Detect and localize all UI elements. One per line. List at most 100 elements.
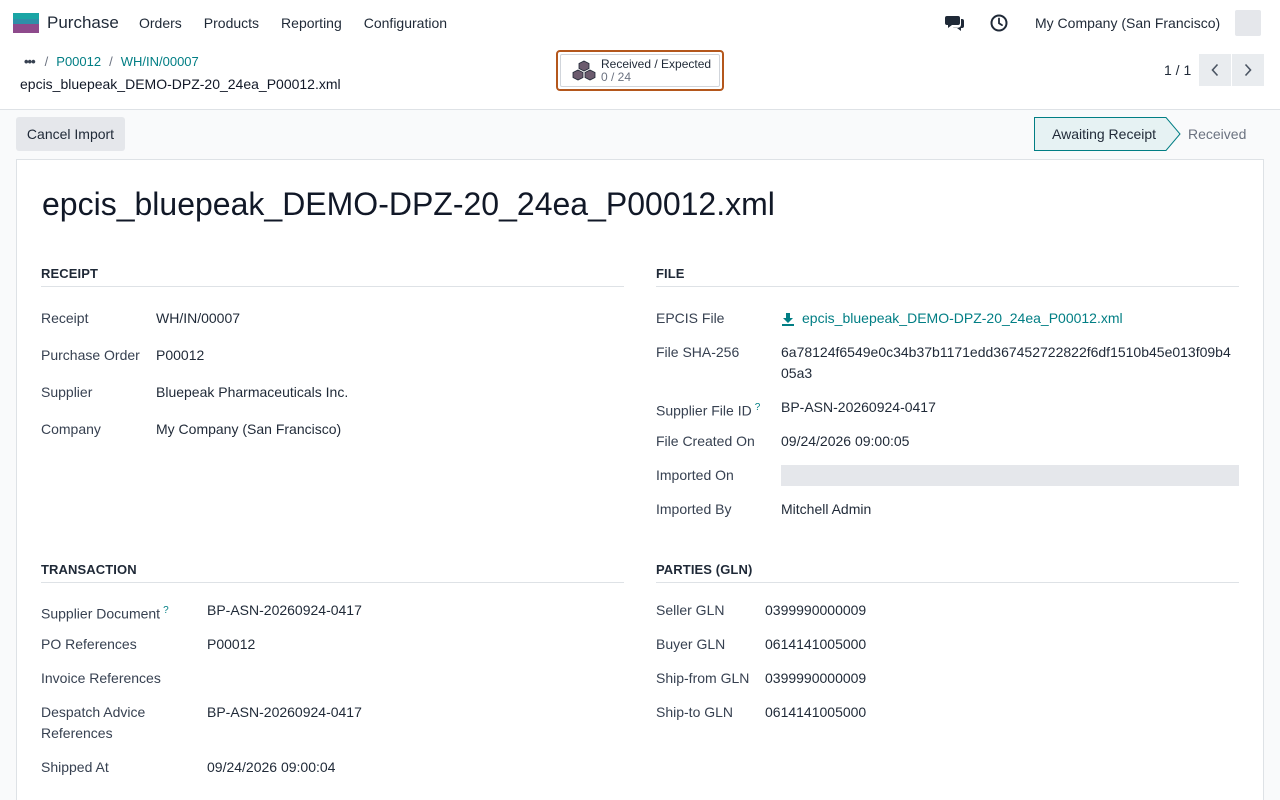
ship-from-gln-value: 0399990000009: [765, 670, 867, 686]
field-label: Invoice References: [41, 670, 161, 686]
sheet-title: epcis_bluepeak_DEMO-DPZ-20_24ea_P00012.x…: [42, 186, 775, 222]
receipt-link[interactable]: WH/IN/00007: [156, 308, 240, 329]
field-label: Supplier: [41, 384, 93, 400]
smart-button-value: 0 / 24: [601, 69, 632, 84]
field-po-references: PO References P00012: [41, 634, 624, 655]
field-file-created-on: File Created On 09/24/2026 09:00:05: [656, 431, 1239, 452]
form-sheet: epcis_bluepeak_DEMO-DPZ-20_24ea_P00012.x…: [16, 159, 1264, 800]
field-label: File Created On: [656, 433, 755, 449]
imported-by-link[interactable]: Mitchell Admin: [781, 499, 871, 520]
help-tooltip-icon[interactable]: ?: [163, 605, 169, 616]
chevron-left-icon: [1211, 63, 1219, 77]
supplier-link[interactable]: Bluepeak Pharmaceuticals Inc.: [156, 382, 348, 403]
sha-value-line-2: 05a3: [781, 365, 813, 381]
epcis-file-link[interactable]: epcis_bluepeak_DEMO-DPZ-20_24ea_P00012.x…: [802, 308, 1123, 329]
company-switcher[interactable]: My Company (San Francisco): [1035, 15, 1220, 31]
buyer-gln-value: 0614141005000: [765, 636, 867, 652]
field-label: Despatch Advice: [41, 704, 146, 720]
supplier-file-id-value: BP-ASN-20260924-0417: [781, 399, 936, 415]
field-file-sha: File SHA-256 6a78124f6549e0c34b37b1171ed…: [656, 342, 1239, 381]
menu-reporting[interactable]: Reporting: [270, 0, 353, 46]
stage-received[interactable]: Received: [1188, 126, 1246, 142]
field-ship-to-gln: Ship-to GLN 0614141005000: [656, 702, 1239, 723]
field-supplier-document: Supplier Document? BP-ASN-20260924-0417: [41, 600, 624, 625]
group-title-transaction: TRANSACTION: [41, 562, 624, 583]
received-expected-button[interactable]: Received / Expected 0 / 24: [556, 50, 724, 91]
boxes-icon: [572, 60, 596, 80]
purchase-app-icon[interactable]: [13, 13, 39, 33]
field-label: Company: [41, 421, 101, 437]
menu-products[interactable]: Products: [193, 0, 270, 46]
field-label: File SHA-256: [656, 344, 740, 360]
field-label: Receipt: [41, 310, 89, 326]
field-supplier: Supplier Bluepeak Pharmaceuticals Inc.: [41, 382, 624, 403]
field-label: Supplier Document: [41, 605, 161, 622]
group-title-parties: PARTIES (GLN): [656, 562, 1239, 583]
parties-group: PARTIES (GLN) Seller GLN 0399990000009 B…: [656, 562, 1239, 762]
file-group: FILE EPCIS File epcis_bluepeak_DEMO-DPZ-…: [656, 266, 1239, 526]
field-label: Imported By: [656, 501, 732, 517]
control-panel: ••• / P00012 / WH/IN/00007 epcis_bluepea…: [0, 46, 1280, 110]
seller-gln-value: 0399990000009: [765, 602, 867, 618]
breadcrumb-purchase-order[interactable]: P00012: [56, 54, 101, 69]
stage-arrow: [1165, 117, 1181, 151]
purchase-order-link[interactable]: P00012: [156, 345, 204, 366]
cancel-import-button[interactable]: Cancel Import: [16, 117, 125, 151]
field-seller-gln: Seller GLN 0399990000009: [656, 600, 1239, 621]
top-navbar: Purchase Orders Products Reporting Confi…: [0, 0, 1280, 46]
download-icon[interactable]: [781, 312, 795, 326]
field-epcis-file: EPCIS File epcis_bluepeak_DEMO-DPZ-20_24…: [656, 308, 1239, 329]
field-label: Ship-from GLN: [656, 670, 750, 686]
field-purchase-order: Purchase Order P00012: [41, 345, 624, 366]
pager-value[interactable]: 1 / 1: [1164, 62, 1191, 78]
field-label: Supplier File ID: [656, 402, 752, 419]
field-buyer-gln: Buyer GLN 0614141005000: [656, 634, 1239, 655]
field-label: EPCIS File: [656, 310, 725, 326]
field-label: Shipped At: [41, 759, 109, 775]
field-label: Seller GLN: [656, 602, 725, 618]
breadcrumb: ••• / P00012 / WH/IN/00007: [20, 54, 207, 69]
field-shipped-at: Shipped At 09/24/2026 09:00:04: [41, 757, 624, 778]
breadcrumb-receipt[interactable]: WH/IN/00007: [121, 54, 199, 69]
field-company: Company My Company (San Francisco): [41, 419, 624, 440]
record-title: epcis_bluepeak_DEMO-DPZ-20_24ea_P00012.x…: [20, 76, 341, 92]
menu-configuration[interactable]: Configuration: [353, 0, 458, 46]
field-ship-from-gln: Ship-from GLN 0399990000009: [656, 668, 1239, 689]
sha-value-line-1: 6a78124f6549e0c34b37b1171edd367452722822…: [781, 344, 1231, 360]
group-title-receipt: RECEIPT: [41, 266, 624, 287]
field-invoice-references: Invoice References: [41, 668, 624, 689]
field-receipt: Receipt WH/IN/00007: [41, 308, 624, 329]
stage-awaiting-receipt[interactable]: Awaiting Receipt: [1034, 117, 1166, 151]
smart-button-label: Received / Expected: [601, 56, 712, 71]
pager-previous-button[interactable]: [1199, 54, 1231, 86]
field-supplier-file-id: Supplier File ID? BP-ASN-20260924-0417: [656, 397, 1239, 422]
menu-orders[interactable]: Orders: [128, 0, 193, 46]
field-label: PO References: [41, 636, 137, 652]
app-name[interactable]: Purchase: [47, 13, 119, 33]
field-imported-on: Imported On: [656, 465, 1239, 486]
pager-next-button[interactable]: [1232, 54, 1264, 86]
chat-icon[interactable]: [944, 12, 966, 34]
clock-icon[interactable]: [988, 12, 1010, 34]
group-title-file: FILE: [656, 266, 1239, 287]
despatch-advice-value: BP-ASN-20260924-0417: [207, 704, 362, 720]
user-avatar[interactable]: [1235, 10, 1261, 36]
main-menu: Orders Products Reporting Configuration: [128, 0, 458, 46]
chevron-right-icon: [1244, 63, 1252, 77]
field-imported-by: Imported By Mitchell Admin: [656, 499, 1239, 520]
shipped-at-value: 09/24/2026 09:00:04: [207, 759, 336, 775]
file-created-on-value: 09/24/2026 09:00:05: [781, 433, 910, 449]
field-label: Purchase Order: [41, 347, 140, 363]
field-label: Ship-to GLN: [656, 704, 734, 720]
field-label: References: [41, 725, 113, 741]
help-tooltip-icon[interactable]: ?: [755, 402, 761, 413]
breadcrumb-more[interactable]: •••: [20, 54, 36, 69]
po-references-value: P00012: [207, 636, 256, 652]
field-label: Buyer GLN: [656, 636, 726, 652]
field-despatch-advice-references: Despatch Advice References BP-ASN-202609…: [41, 702, 624, 744]
company-link[interactable]: My Company (San Francisco): [156, 419, 341, 440]
ship-to-gln-value: 0614141005000: [765, 704, 867, 720]
transaction-group: TRANSACTION Supplier Document? BP-ASN-20…: [41, 562, 624, 800]
field-label: Imported On: [656, 467, 734, 483]
imported-on-empty-value: [781, 465, 1239, 486]
